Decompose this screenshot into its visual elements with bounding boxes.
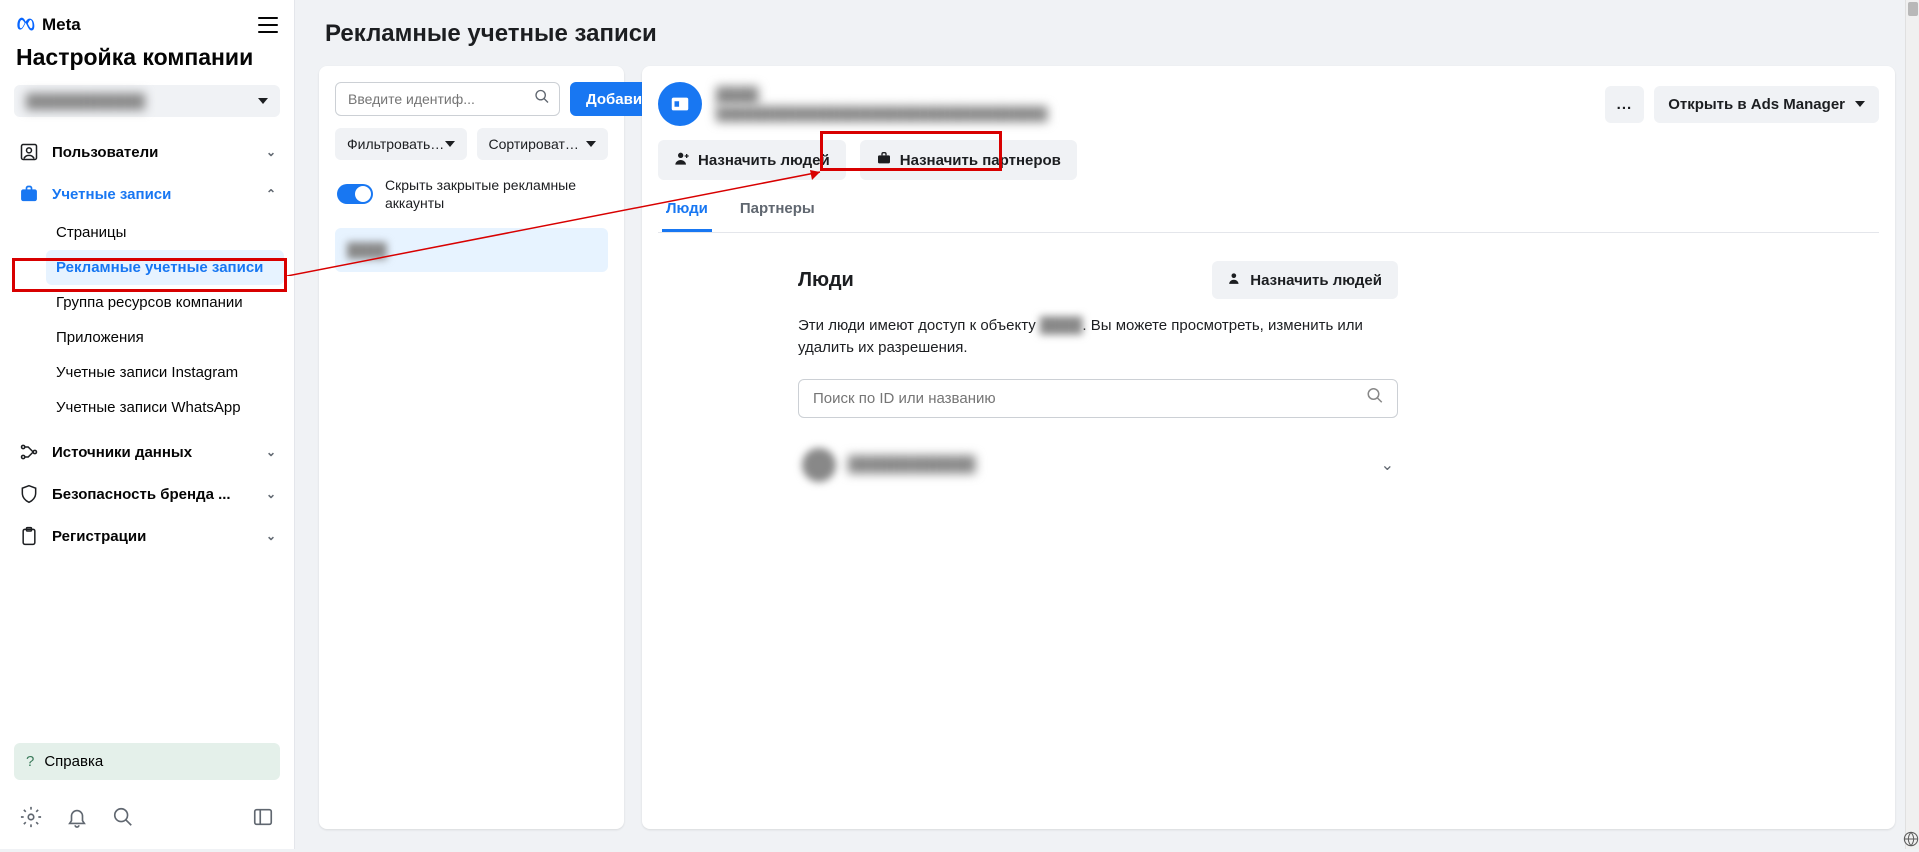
- accounts-list-panel: Добавить Фильтровать ... Сортировать ...…: [319, 66, 624, 829]
- chevron-down-icon: ⌄: [266, 145, 276, 159]
- nav-data-sources[interactable]: Источники данных ⌄: [10, 431, 284, 473]
- globe-icon[interactable]: [1903, 831, 1919, 847]
- people-search-input[interactable]: [798, 379, 1398, 418]
- shield-icon: [18, 483, 40, 505]
- nav-accounts[interactable]: Учетные записи ⌃: [10, 173, 284, 215]
- chevron-down-icon: ⌄: [1381, 455, 1394, 475]
- people-heading: Люди: [798, 269, 854, 292]
- clipboard-icon: [18, 525, 40, 547]
- nav-brand-safety[interactable]: Безопасность бренда ... ⌄: [10, 473, 284, 515]
- nav-registrations[interactable]: Регистрации ⌄: [10, 515, 284, 557]
- chevron-down-icon: ⌄: [266, 487, 276, 501]
- meta-logo[interactable]: Meta: [16, 14, 81, 36]
- people-description: Эти люди имеют доступ к объекту ████. Вы…: [798, 315, 1398, 359]
- sidebar-title: Настройка компании: [0, 44, 294, 81]
- account-list-item[interactable]: ████: [335, 228, 608, 272]
- panel-icon[interactable]: [252, 806, 274, 833]
- chevron-up-icon: ⌃: [266, 187, 276, 201]
- caret-down-icon: [1855, 101, 1865, 107]
- account-detail-panel: ████ ███████████████████████████████████…: [642, 66, 1895, 829]
- person-plus-icon: [1228, 271, 1242, 289]
- account-selector[interactable]: ████████████: [14, 85, 280, 117]
- search-icon: [1366, 387, 1384, 410]
- account-name: ████████████: [26, 93, 145, 109]
- caret-down-icon: [586, 141, 596, 147]
- users-icon: [18, 141, 40, 163]
- sidebar: Meta Настройка компании ████████████ Пол…: [0, 0, 295, 849]
- chevron-down-icon: ⌄: [266, 445, 276, 459]
- caret-down-icon: [258, 98, 268, 104]
- search-icon: [534, 89, 550, 110]
- account-icon: [658, 82, 702, 126]
- sub-apps[interactable]: Приложения: [46, 320, 284, 355]
- nav-users[interactable]: Пользователи ⌄: [10, 131, 284, 173]
- gear-icon[interactable]: [20, 806, 42, 833]
- hamburger-icon[interactable]: [258, 17, 278, 33]
- bell-icon[interactable]: [66, 806, 88, 833]
- sub-ad-accounts[interactable]: Рекламные учетные записи: [46, 250, 284, 285]
- sub-pages[interactable]: Страницы: [46, 215, 284, 250]
- chevron-down-icon: ⌄: [266, 529, 276, 543]
- hide-closed-toggle[interactable]: [337, 184, 373, 204]
- person-plus-icon: [674, 150, 690, 170]
- assign-people-button-2[interactable]: Назначить людей: [1212, 261, 1398, 299]
- assign-people-button[interactable]: Назначить людей: [658, 140, 846, 180]
- search-input[interactable]: [335, 82, 560, 116]
- scroll-thumb[interactable]: [1908, 2, 1918, 16]
- avatar: [802, 448, 836, 482]
- briefcase-icon: [876, 150, 892, 170]
- filter-button[interactable]: Фильтровать ...: [335, 128, 467, 160]
- sub-resource-group[interactable]: Группа ресурсов компании: [46, 285, 284, 320]
- meta-icon: [16, 14, 38, 36]
- search-icon[interactable]: [112, 806, 134, 833]
- detail-subtitle: ████████████████████████████████████: [716, 106, 1116, 121]
- sort-button[interactable]: Сортировать ...: [477, 128, 609, 160]
- main-content: Рекламные учетные записи Добавить Фильтр…: [295, 0, 1919, 849]
- tab-partners[interactable]: Партнеры: [736, 190, 819, 232]
- sub-instagram[interactable]: Учетные записи Instagram: [46, 355, 284, 390]
- data-sources-icon: [18, 441, 40, 463]
- tab-people[interactable]: Люди: [662, 190, 712, 232]
- caret-down-icon: [445, 141, 455, 147]
- toggle-label: Скрыть закрытые рекламные аккаунты: [385, 176, 606, 212]
- page-title: Рекламные учетные записи: [319, 20, 1895, 48]
- vertical-scrollbar[interactable]: [1905, 0, 1919, 849]
- briefcase-icon: [18, 183, 40, 205]
- more-button[interactable]: ...: [1605, 86, 1645, 123]
- brand-text: Meta: [42, 15, 81, 35]
- sub-whatsapp[interactable]: Учетные записи WhatsApp: [46, 390, 284, 425]
- person-name: ████████████: [848, 456, 976, 473]
- help-button[interactable]: ? Справка: [14, 743, 280, 780]
- person-row[interactable]: ████████████ ⌄: [798, 438, 1398, 492]
- open-ads-manager-button[interactable]: Открыть в Ads Manager: [1654, 86, 1879, 123]
- assign-partners-button[interactable]: Назначить партнеров: [860, 140, 1077, 180]
- help-icon: ?: [26, 753, 34, 770]
- detail-title: ████: [716, 87, 1591, 104]
